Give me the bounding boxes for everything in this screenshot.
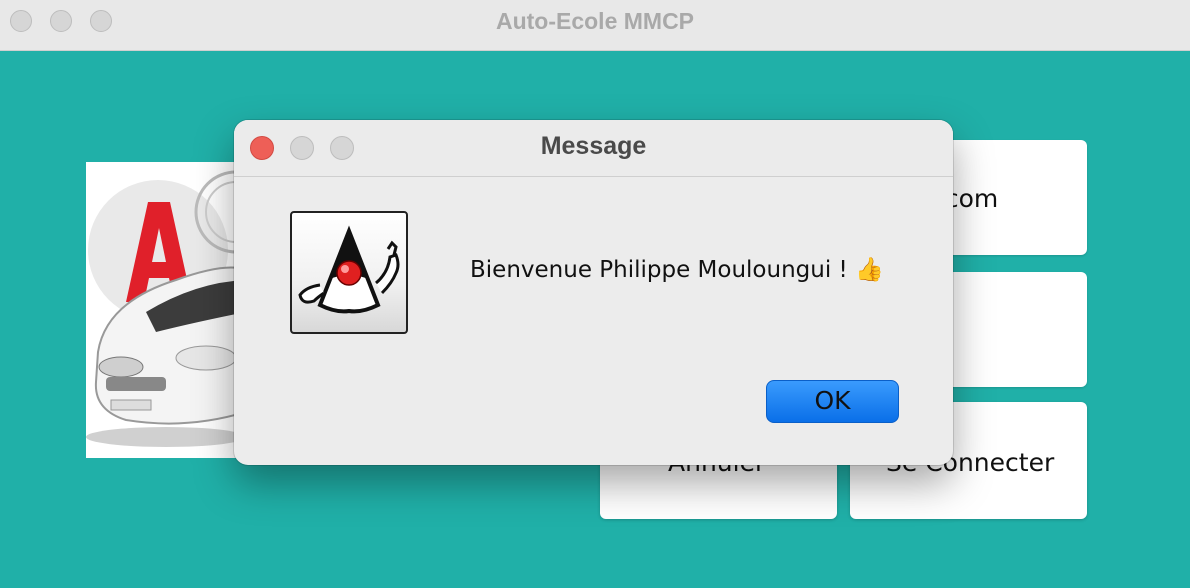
dialog-message: Bienvenue Philippe Mouloungui ! 👍: [470, 257, 884, 283]
ok-button[interactable]: OK: [766, 380, 899, 423]
java-duke-icon: [290, 211, 408, 334]
message-dialog: Message Bienvenue Philippe Mouloungui ! …: [234, 120, 953, 465]
dialog-title-bar: Message: [234, 120, 953, 177]
car-logo-icon: [86, 170, 246, 447]
window-title: Auto-Ecole MMCP: [495, 8, 695, 34]
main-title-bar: Auto-Ecole MMCP: [0, 0, 1190, 51]
auto-ecole-logo-image: [86, 162, 246, 458]
dialog-title: Message: [540, 132, 647, 160]
